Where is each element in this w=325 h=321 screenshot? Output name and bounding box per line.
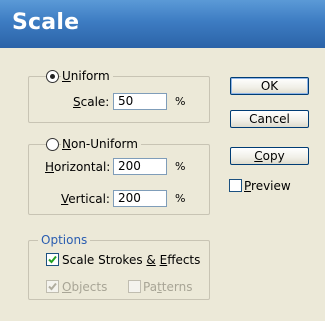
vertical-unit: % xyxy=(175,192,186,205)
title-bar: Scale xyxy=(0,0,325,48)
options-legend: Options xyxy=(38,233,91,247)
uniform-label[interactable]: Uniform xyxy=(61,69,113,83)
preview-label[interactable]: Preview xyxy=(244,179,291,193)
patterns-label[interactable]: Patterns xyxy=(143,280,192,294)
scale-strokes-label[interactable]: Scale Strokes & Effects xyxy=(62,253,200,267)
copy-button[interactable]: Copy xyxy=(230,147,309,165)
uniform-radio[interactable] xyxy=(46,70,59,83)
scale-unit: % xyxy=(175,95,186,108)
objects-label[interactable]: Objects xyxy=(62,280,107,294)
radio-selected-dot xyxy=(50,74,55,79)
non-uniform-label[interactable]: Non-Uniform xyxy=(61,137,141,151)
scale-dialog: Scale Uniform Scale: 50 % Non-Uniform Ho… xyxy=(0,0,325,321)
patterns-checkbox[interactable] xyxy=(128,280,141,293)
non-uniform-radio[interactable] xyxy=(46,138,59,151)
objects-checkbox[interactable] xyxy=(46,280,59,293)
dialog-title: Scale xyxy=(12,10,80,35)
cancel-button[interactable]: Cancel xyxy=(230,110,309,128)
horizontal-label: Horizontal: xyxy=(45,160,111,174)
horizontal-input[interactable]: 200 xyxy=(113,158,167,175)
scale-strokes-checkbox[interactable] xyxy=(46,253,59,266)
vertical-input[interactable]: 200 xyxy=(113,190,167,207)
ok-button[interactable]: OK xyxy=(230,77,309,95)
checkmark-icon xyxy=(48,282,57,291)
horizontal-unit: % xyxy=(175,160,186,173)
preview-checkbox[interactable] xyxy=(229,179,242,192)
vertical-label: Vertical: xyxy=(61,192,110,206)
scale-input[interactable]: 50 xyxy=(113,93,167,110)
checkmark-icon xyxy=(48,255,57,264)
scale-label: Scale: xyxy=(73,95,110,109)
